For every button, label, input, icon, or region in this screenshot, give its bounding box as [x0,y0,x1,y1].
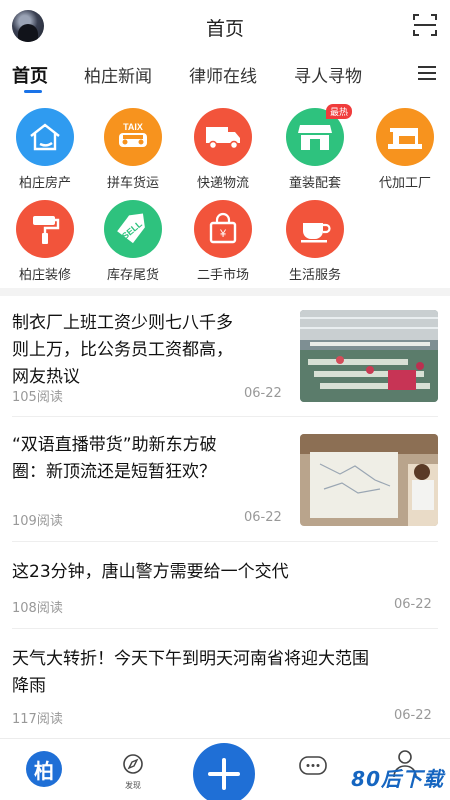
sewing-machine-icon [376,108,434,166]
section-divider [0,288,450,296]
scan-icon[interactable] [412,12,438,38]
message-icon[interactable] [298,755,328,779]
nav-discover-button[interactable]: 发现 [118,753,148,791]
news-date: 06-22 [394,597,432,612]
news-title: 这23分钟，唐山警方需要给一个交代 [12,562,289,582]
news-read-count: 108阅读 [12,601,63,616]
category-second-hand[interactable]: ¥ 二手市场 [178,200,268,283]
category-label: 生活服务 [288,268,341,283]
news-title: 天气大转折！今天下午到明天河南省将迎大范围 降雨 [12,649,369,696]
news-thumbnail [300,434,438,526]
hot-badge: 最热 [325,104,352,119]
category-decoration[interactable]: 柏庄装修 [0,200,90,283]
tab-home[interactable]: 首页 [12,62,48,88]
news-read-count: 105阅读 [12,390,63,405]
tab-indicator [24,90,42,93]
nav-home-button[interactable]: 柏 [26,751,62,787]
plus-icon [208,758,240,790]
tab-baizhuang-news[interactable]: 柏庄新闻 [84,62,152,87]
news-title: “双语直播带货”助新东方破 圈：新顶流还是短暂狂欢？ [12,435,217,482]
category-inventory[interactable]: SELL 库存尾货 [88,200,178,283]
category-label: 拼车货运 [106,176,159,191]
sell-tag-icon: SELL [104,200,162,258]
news-date: 06-22 [244,386,282,401]
news-date: 06-22 [394,708,432,723]
shop-icon: 最热 [286,104,352,166]
menu-icon[interactable] [418,66,436,82]
news-separator [12,628,438,629]
category-label: 代加工厂 [378,176,431,191]
paint-roller-icon [16,200,74,258]
news-read-count: 117阅读 [12,712,63,727]
taxi-icon: TAIX [104,108,162,166]
watermark-logo: 80后下载 [351,767,444,791]
category-label: 柏庄房产 [18,176,71,191]
page-title: 首页 [205,18,244,40]
category-label: 柏庄装修 [18,268,71,283]
svg-text:¥: ¥ [219,228,227,240]
tab-lost-and-found[interactable]: 寻人寻物 [294,62,362,87]
category-life-services[interactable]: 生活服务 [270,200,360,283]
news-title: 制衣厂上班工资少则七八千多 则上万，比公务员工资都高， 网友热议 [12,313,233,387]
news-separator [12,416,438,417]
category-label: 库存尾货 [106,268,159,283]
truck-icon [194,108,252,166]
news-item[interactable]: “双语直播带货”助新东方破 圈：新顶流还是短暂狂欢？ 109阅读 06-22 [0,420,450,540]
publish-plus-button[interactable] [193,743,255,800]
compass-icon [123,754,143,774]
news-separator [12,541,438,542]
category-grid: 柏庄房产 TAIX 拼车货运 快递物流 最热 童装配套 代加工厂 柏庄装修 SE… [0,104,450,284]
tab-bar: 首页 柏庄新闻 律师在线 寻人寻物 [0,56,450,96]
category-oem-factory[interactable]: 代加工厂 [360,108,450,191]
category-express[interactable]: 快递物流 [178,108,268,191]
svg-text:TAIX: TAIX [123,122,143,132]
bottom-nav: 柏 发现 80后下载 [0,738,450,800]
news-thumbnail [300,310,438,402]
news-item[interactable]: 制衣厂上班工资少则七八千多 则上万，比公务员工资都高， 网友热议 105阅读 0… [0,296,450,416]
category-label: 快递物流 [196,176,249,191]
news-item[interactable]: 天气大转折！今天下午到明天河南省将迎大范围 降雨 117阅读 06-22 [0,632,450,732]
category-housing[interactable]: 柏庄房产 [0,108,90,191]
coffee-cup-icon [286,200,344,258]
category-childrens-wear[interactable]: 最热 童装配套 [270,104,360,191]
tab-lawyer-online[interactable]: 律师在线 [189,62,257,87]
category-label: 二手市场 [196,268,249,283]
news-date: 06-22 [244,510,282,525]
news-item[interactable]: 这23分钟，唐山警方需要给一个交代 108阅读 06-22 [0,545,450,625]
category-label: 童装配套 [288,176,341,191]
shopping-bag-icon: ¥ [194,200,252,258]
nav-discover-label: 发现 [125,781,141,790]
category-carpool[interactable]: TAIX 拼车货运 [88,108,178,191]
top-bar: 首页 [0,0,450,52]
news-read-count: 109阅读 [12,514,63,529]
house-icon [16,108,74,166]
